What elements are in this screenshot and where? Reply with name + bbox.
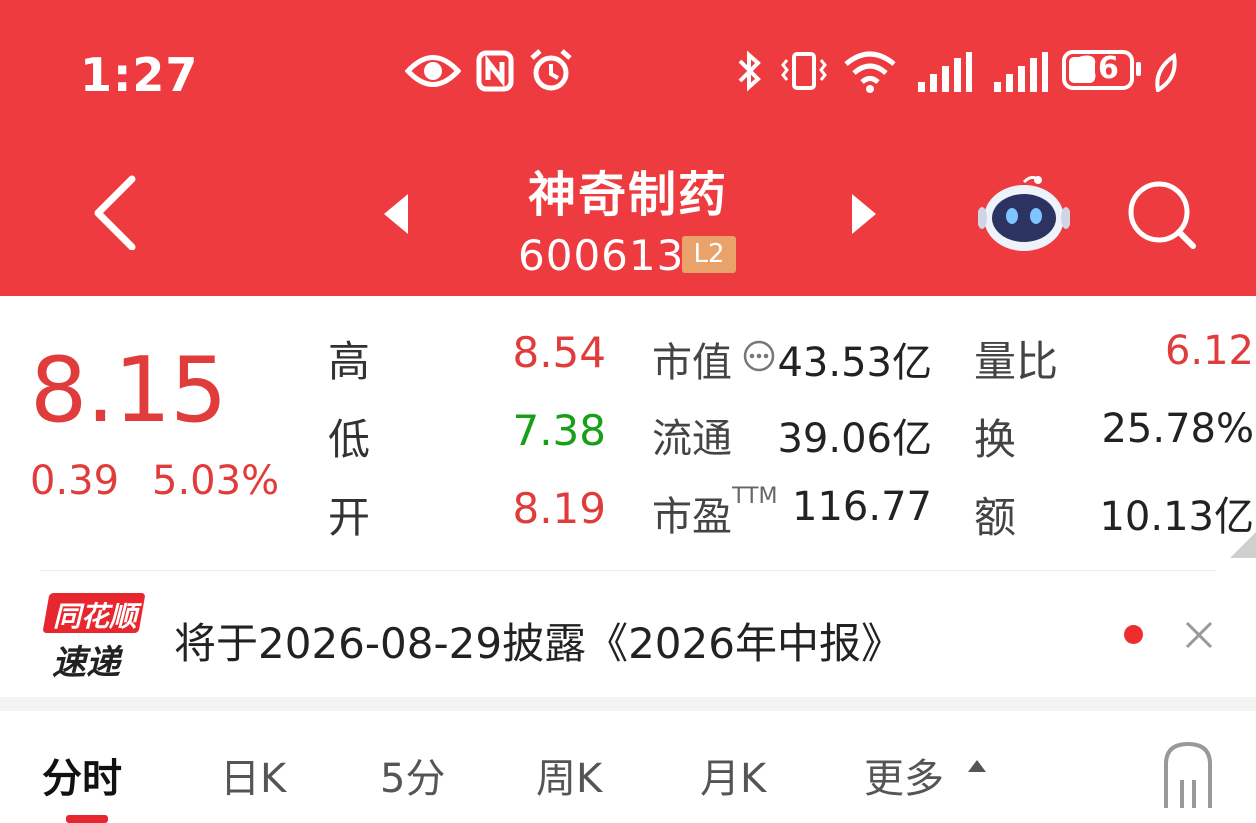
eye-icon [405,55,461,87]
level-badge: L2 [682,236,736,273]
news-logo-top: 同花顺 [52,600,137,633]
active-tab-indicator [66,815,108,823]
close-icon[interactable] [1184,620,1214,650]
volume-ratio-label: 量比 [974,337,1059,386]
price-change: 0.39 [30,458,120,504]
leaf-icon [1155,52,1177,92]
expand-corner-icon[interactable] [1230,532,1256,558]
tab-monthly-k[interactable]: 月K [700,746,766,804]
tab-daily-k[interactable]: 日K [220,746,286,804]
wifi-icon [844,51,896,93]
market-cap-label: 市值 [652,330,732,388]
news-logo: 同花顺 速递 [42,593,146,683]
low-label: 低 [328,415,371,464]
header-bar: 1:27 26 神奇制药 600613 L2 [0,0,1256,296]
more-info-icon[interactable] [742,339,776,373]
news-text[interactable]: 将于2026-08-29披露《2026年中报》 [174,610,903,671]
stock-code: 600613 [518,231,685,280]
battery-tip [1136,62,1141,76]
tab-weekly-k[interactable]: 周K [536,746,602,804]
float-cap-value: 39.06亿 [777,416,932,462]
low-value: 7.38 [512,406,606,455]
signal-icon [918,52,972,92]
volume-ratio-value: 6.12 [1164,328,1254,374]
prev-stock-button[interactable] [380,192,414,236]
chevron-up-icon [968,760,986,772]
amount-label: 额 [974,493,1017,542]
signal-icon [994,52,1048,92]
divider [40,570,1216,571]
status-time: 1:27 [80,48,199,102]
news-logo-bottom: 速递 [52,643,120,683]
battery-level: 26 [1077,51,1119,86]
next-stock-button[interactable] [846,192,880,236]
back-button[interactable] [88,175,148,250]
tab-intraday[interactable]: 分时 [42,746,122,804]
high-label: 高 [328,337,371,386]
open-value: 8.19 [512,484,606,533]
battery-icon: 26 [1062,50,1134,90]
market-cap-value: 43.53亿 [777,340,932,386]
vibrate-icon [781,52,827,90]
pe-suffix: TTM [732,484,778,509]
robot-assistant-icon[interactable] [978,172,1070,254]
indicator-panel-icon[interactable] [1160,740,1216,810]
alarm-icon [530,49,572,91]
nfc-icon [476,50,514,92]
stock-name: 神奇制药 [527,167,728,223]
pe-label: 市盈TTM [652,484,777,542]
tab-more[interactable]: 更多 [864,746,944,804]
price-change-percent: 5.03% [152,458,280,504]
unread-dot [1124,625,1143,644]
open-label: 开 [328,493,371,542]
turnover-label: 换 [974,415,1017,464]
current-price: 8.15 [30,338,227,443]
bluetooth-icon [738,50,761,92]
high-value: 8.54 [512,328,606,377]
pe-value: 116.77 [792,484,932,530]
search-icon[interactable] [1123,180,1199,250]
tab-5min[interactable]: 5分 [380,746,445,804]
section-separator [0,697,1256,711]
turnover-value: 25.78% [1101,406,1254,452]
float-cap-label: 流通 [652,416,732,462]
pe-label-text: 市盈 [652,494,732,540]
market-cap-label-text: 市值 [652,340,732,386]
